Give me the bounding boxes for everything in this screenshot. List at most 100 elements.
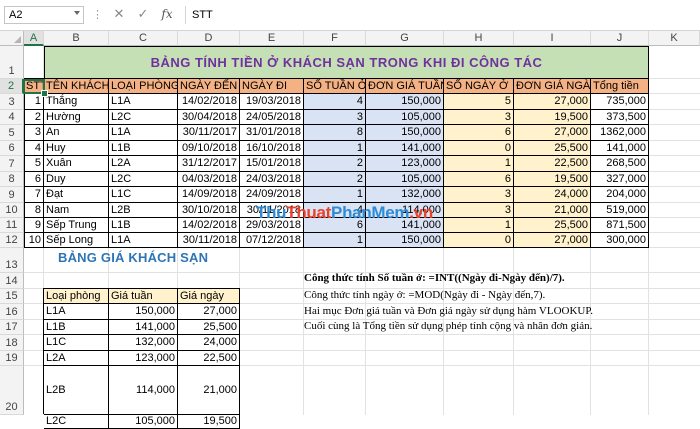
main-header-1[interactable]: TÊN KHÁCH: [44, 79, 109, 94]
table-cell[interactable]: 3: [304, 110, 366, 125]
table-cell[interactable]: 1: [444, 156, 514, 172]
table-cell[interactable]: 4: [304, 94, 366, 110]
table-cell[interactable]: 31/12/2017: [178, 156, 240, 172]
table-cell[interactable]: L1A: [109, 233, 178, 248]
row-header-18[interactable]: 18: [0, 335, 24, 351]
table-cell[interactable]: 14/09/2018: [178, 187, 240, 203]
table-cell[interactable]: 8: [304, 125, 366, 141]
price-cell[interactable]: 132,000: [109, 335, 178, 351]
table-cell[interactable]: 19,500: [514, 172, 591, 187]
table-cell[interactable]: 1: [304, 187, 366, 203]
row-header-9[interactable]: 9: [0, 187, 24, 203]
table-cell[interactable]: 27,000: [514, 233, 591, 248]
column-header-g[interactable]: G: [366, 31, 444, 46]
table-cell[interactable]: L1B: [109, 141, 178, 156]
row-header-10[interactable]: 10: [0, 203, 24, 218]
fill-handle[interactable]: [41, 90, 48, 97]
table-cell[interactable]: 19,500: [514, 110, 591, 125]
table-cell[interactable]: L2B: [109, 203, 178, 218]
table-cell[interactable]: 27,000: [514, 125, 591, 141]
column-header-c[interactable]: C: [109, 31, 178, 46]
table-cell[interactable]: 10: [24, 233, 44, 248]
row-header-3[interactable]: 3: [0, 94, 24, 110]
table-cell[interactable]: L2C: [109, 172, 178, 187]
row-header-16[interactable]: 16: [0, 304, 24, 320]
table-cell[interactable]: Đạt: [44, 187, 109, 203]
price-cell[interactable]: L1A: [44, 304, 109, 320]
table-cell[interactable]: L1A: [109, 125, 178, 141]
row-header-19[interactable]: 19: [0, 351, 24, 366]
table-cell[interactable]: 150,000: [366, 233, 444, 248]
table-cell[interactable]: 150,000: [366, 94, 444, 110]
table-cell[interactable]: 5: [24, 156, 44, 172]
table-cell[interactable]: Sếp Long: [44, 233, 109, 248]
table-cell[interactable]: 27,000: [514, 94, 591, 110]
table-cell[interactable]: 519,000: [591, 203, 649, 218]
table-cell[interactable]: 30/10/2018: [178, 203, 240, 218]
table-cell[interactable]: 5: [444, 94, 514, 110]
price-cell[interactable]: 105,000: [109, 415, 178, 429]
price-cell[interactable]: L2C: [44, 415, 109, 429]
table-cell[interactable]: 30/04/2018: [178, 110, 240, 125]
column-header-i[interactable]: I: [514, 31, 591, 46]
table-cell[interactable]: 24/05/2018: [240, 110, 304, 125]
table-cell[interactable]: 31/01/2018: [240, 125, 304, 141]
table-cell[interactable]: 3: [444, 110, 514, 125]
table-cell[interactable]: 25,500: [514, 141, 591, 156]
row-header-17[interactable]: 17: [0, 320, 24, 335]
row-header-2[interactable]: 2: [0, 79, 24, 94]
table-cell[interactable]: 25,500: [514, 218, 591, 233]
price-cell[interactable]: 21,000: [178, 366, 240, 415]
table-cell[interactable]: 6: [24, 172, 44, 187]
table-cell[interactable]: 21,000: [514, 203, 591, 218]
main-header-3[interactable]: NGÀY ĐẾN: [178, 79, 240, 94]
table-cell[interactable]: 6: [444, 125, 514, 141]
price-cell[interactable]: L1C: [44, 335, 109, 351]
table-cell[interactable]: An: [44, 125, 109, 141]
table-cell[interactable]: 9: [24, 218, 44, 233]
price-cell[interactable]: L1B: [44, 320, 109, 335]
price-cell[interactable]: 24,000: [178, 335, 240, 351]
row-header-6[interactable]: 6: [0, 141, 24, 156]
name-box-dropdown-icon[interactable]: [74, 11, 80, 15]
table-cell[interactable]: 141,000: [591, 141, 649, 156]
row-header-1[interactable]: 1: [0, 46, 24, 79]
table-cell[interactable]: 24,000: [514, 187, 591, 203]
price-cell[interactable]: 25,500: [178, 320, 240, 335]
price-cell[interactable]: L2A: [44, 351, 109, 366]
table-cell[interactable]: 30/11/2017: [178, 125, 240, 141]
table-cell[interactable]: 132,000: [366, 187, 444, 203]
column-header-d[interactable]: D: [178, 31, 240, 46]
column-header-k[interactable]: K: [649, 31, 700, 46]
main-header-5[interactable]: SỐ TUẦN Ở: [304, 79, 366, 94]
row-header-11[interactable]: 11: [0, 218, 24, 233]
price-cell[interactable]: 114,000: [109, 366, 178, 415]
table-cell[interactable]: L1B: [109, 218, 178, 233]
row-header-5[interactable]: 5: [0, 125, 24, 141]
table-cell[interactable]: 6: [444, 172, 514, 187]
column-header-e[interactable]: E: [240, 31, 304, 46]
price-cell[interactable]: 19,500: [178, 415, 240, 429]
name-box[interactable]: A2: [4, 6, 84, 24]
table-cell[interactable]: Duy: [44, 172, 109, 187]
cancel-icon[interactable]: ✕: [110, 5, 128, 23]
table-cell[interactable]: 327,000: [591, 172, 649, 187]
table-cell[interactable]: 22,500: [514, 156, 591, 172]
table-cell[interactable]: 0: [444, 233, 514, 248]
table-cell[interactable]: 04/03/2018: [178, 172, 240, 187]
column-header-b[interactable]: B: [44, 31, 109, 46]
row-header-14[interactable]: 14: [0, 273, 24, 289]
row-header-7[interactable]: 7: [0, 156, 24, 172]
table-cell[interactable]: 24/03/2018: [240, 172, 304, 187]
main-header-2[interactable]: LOẠI PHÒNG: [109, 79, 178, 94]
price-cell[interactable]: 123,000: [109, 351, 178, 366]
table-cell[interactable]: 105,000: [366, 172, 444, 187]
table-cell[interactable]: Thắng: [44, 94, 109, 110]
price-cell[interactable]: 22,500: [178, 351, 240, 366]
table-cell[interactable]: 141,000: [366, 141, 444, 156]
price-header-0[interactable]: Loại phòng: [44, 289, 109, 304]
price-cell[interactable]: 150,000: [109, 304, 178, 320]
table-cell[interactable]: 2: [304, 156, 366, 172]
row-header-13[interactable]: 13: [0, 248, 24, 273]
table-cell[interactable]: 0: [444, 141, 514, 156]
